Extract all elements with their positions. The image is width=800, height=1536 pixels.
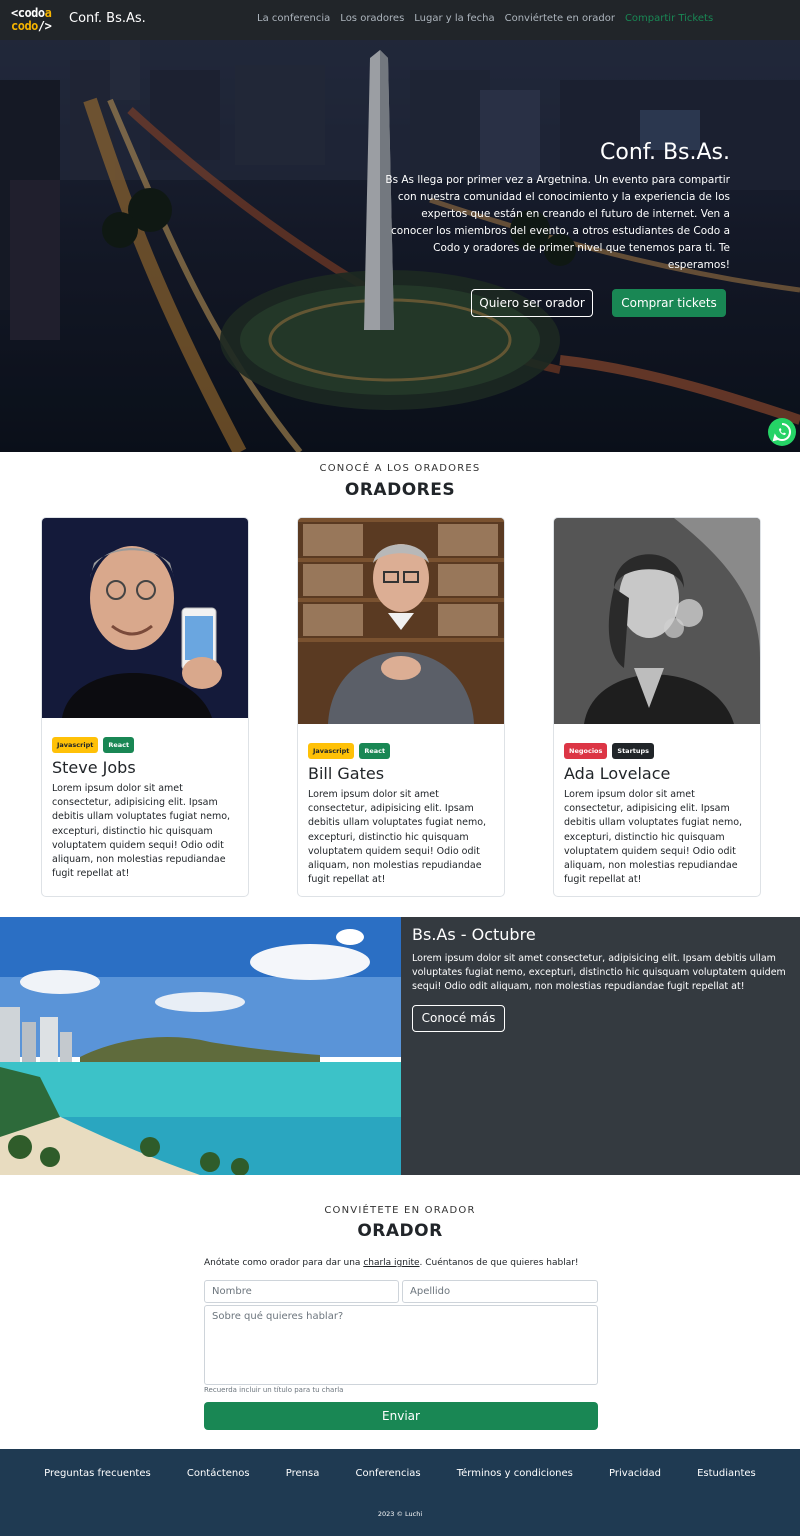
submit-button[interactable]: Enviar: [204, 1402, 598, 1430]
speaker-name: Ada Lovelace: [564, 764, 671, 783]
form-intro-text: . Cuéntanos de que quieres hablar!: [419, 1258, 579, 1268]
tag-list: Negocios Startups: [564, 743, 655, 759]
beach-image: [0, 917, 401, 1175]
speaker-description: Lorem ipsum dolor sit amet consectetur, …: [52, 783, 231, 880]
ada-lovelace-portrait: [554, 518, 760, 724]
footer-links: Preguntas frecuentes Contáctenos Prensa …: [0, 1468, 800, 1479]
tag-badge: Javascript: [308, 743, 355, 759]
footer-link-press[interactable]: Prensa: [286, 1468, 320, 1479]
hero-description: Bs As llega por primer vez a Argetnina. …: [385, 174, 730, 271]
form-subtitle: CONVIÉTETE EN ORADOR: [324, 1205, 476, 1216]
speaker-card-bill-gates: Javascript React Bill Gates Lorem ipsum …: [297, 517, 505, 897]
location-panel: Bs.As - Octubre Lorem ipsum dolor sit am…: [401, 917, 800, 1175]
form-hint: Recuerda incluir un título para tu charl…: [204, 1386, 344, 1394]
bill-gates-photo: [298, 518, 504, 724]
navbar: <codoa codo/> Conf. Bs.As. La conferenci…: [0, 0, 800, 40]
footer-link-students[interactable]: Estudiantes: [697, 1468, 756, 1479]
logo-text: <codo: [11, 6, 45, 20]
hero-title: Conf. Bs.As.: [600, 140, 730, 165]
logo-text: />: [37, 19, 52, 33]
topic-textarea[interactable]: Sobre qué quieres hablar?: [204, 1305, 598, 1385]
charla-ignite-link[interactable]: charla ignite: [363, 1258, 419, 1268]
speaker-card-steve-jobs: Javascript React Steve Jobs Lorem ipsum …: [41, 517, 249, 897]
logo-text: codo: [11, 19, 38, 33]
form-intro: Anótate como orador para dar una charla …: [204, 1258, 579, 1268]
tag-list: Javascript React: [308, 743, 391, 759]
location-title: Bs.As - Octubre: [412, 925, 536, 944]
nav-links: La conferencia Los oradores Lugar y la f…: [257, 13, 713, 24]
footer: Preguntas frecuentes Contáctenos Prensa …: [0, 1449, 800, 1536]
speaker-card-ada-lovelace: Negocios Startups Ada Lovelace Lorem ips…: [553, 517, 761, 897]
brand-title[interactable]: Conf. Bs.As.: [69, 11, 146, 26]
last-name-field[interactable]: Apellido: [402, 1280, 598, 1303]
footer-link-conferences[interactable]: Conferencias: [355, 1468, 420, 1479]
tag-badge: Javascript: [52, 737, 99, 753]
tag-badge: Negocios: [564, 743, 608, 759]
speaker-name: Bill Gates: [308, 764, 385, 783]
location-description: Lorem ipsum dolor sit amet consectetur, …: [412, 953, 786, 992]
speaker-name: Steve Jobs: [52, 758, 136, 777]
tag-badge: Startups: [612, 743, 655, 759]
copyright: 2023 © Luchi: [377, 1510, 423, 1518]
nav-link-lugar[interactable]: Lugar y la fecha: [414, 13, 494, 24]
hero-banner: Conf. Bs.As. Bs As llega por primer vez …: [0, 40, 800, 452]
logo-text: a: [44, 6, 52, 20]
speakers-subtitle: CONOCÉ A LOS ORADORES: [319, 463, 481, 474]
steve-jobs-photo: [42, 518, 248, 718]
nav-link-tickets[interactable]: Compartir Tickets: [625, 13, 713, 24]
first-name-field[interactable]: Nombre: [204, 1280, 399, 1303]
tag-badge: React: [103, 737, 135, 753]
footer-link-contact[interactable]: Contáctenos: [187, 1468, 250, 1479]
learn-more-button[interactable]: Conocé más: [412, 1005, 505, 1032]
speaker-description: Lorem ipsum dolor sit amet consectetur, …: [564, 789, 743, 886]
buy-tickets-button[interactable]: Comprar tickets: [612, 289, 726, 317]
form-title: ORADOR: [357, 1221, 443, 1241]
speakers-title: ORADORES: [344, 480, 456, 500]
tag-badge: React: [359, 743, 391, 759]
become-speaker-button[interactable]: Quiero ser orador: [471, 289, 593, 317]
nav-link-conferencia[interactable]: La conferencia: [257, 13, 330, 24]
whatsapp-icon[interactable]: [768, 418, 796, 446]
form-intro-text: Anótate como orador para dar una: [204, 1258, 364, 1268]
speaker-description: Lorem ipsum dolor sit amet consectetur, …: [308, 789, 487, 886]
footer-link-faq[interactable]: Preguntas frecuentes: [44, 1468, 151, 1479]
footer-link-terms[interactable]: Términos y condiciones: [457, 1468, 573, 1479]
nav-link-oradores[interactable]: Los oradores: [340, 13, 404, 24]
nav-link-orador[interactable]: Conviértete en orador: [505, 13, 615, 24]
tag-list: Javascript React: [52, 737, 135, 753]
codo-a-codo-logo[interactable]: <codoa codo/>: [11, 7, 63, 34]
footer-link-privacy[interactable]: Privacidad: [609, 1468, 661, 1479]
